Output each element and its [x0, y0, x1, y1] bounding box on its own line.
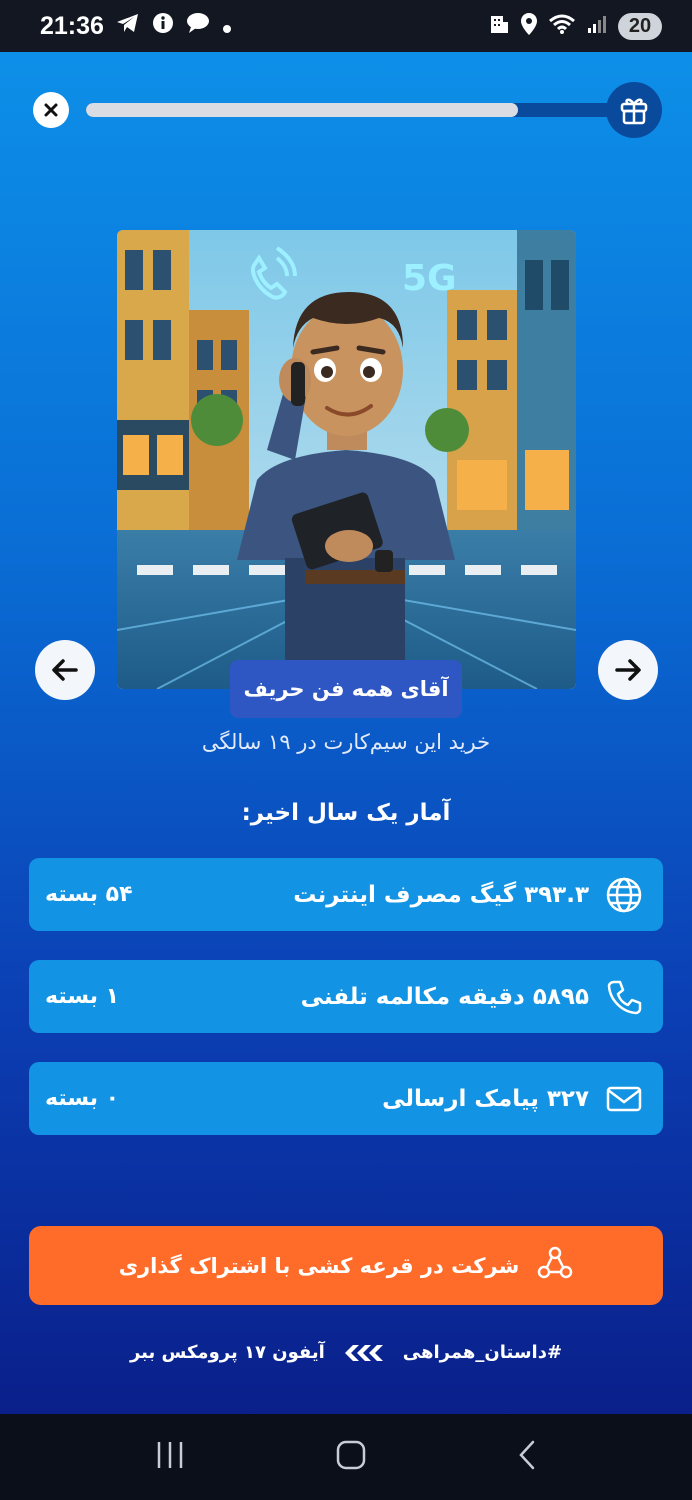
story-progress-bar: [86, 103, 626, 117]
home-icon: [336, 1440, 366, 1470]
recent-apps-button[interactable]: [154, 1440, 186, 1474]
stat-card-internet: ۳۹۳.۳ گیگ مصرف اینترنت ۵۴ بسته: [29, 858, 663, 931]
signal-icon: [586, 13, 608, 39]
location-icon: [520, 12, 538, 40]
stat-count: ۰ بسته: [45, 1086, 120, 1111]
telegram-icon: [116, 12, 140, 40]
globe-icon: [605, 876, 643, 914]
gift-button[interactable]: [606, 82, 662, 138]
system-nav-bar: [0, 1414, 692, 1500]
notification-dot-icon: [222, 12, 232, 40]
chevrons-icon: [341, 1343, 387, 1363]
status-time: 21:36: [40, 11, 104, 40]
recent-apps-icon: [158, 1442, 183, 1468]
building-icon: [488, 13, 510, 39]
close-icon: [44, 103, 58, 117]
stat-main: ۳۲۷ پیامک ارسالی: [382, 1080, 643, 1118]
back-icon: [518, 1440, 534, 1470]
stat-main: ۵۸۹۵ دقیقه مکالمه تلفنی: [301, 978, 643, 1016]
stat-text: ۳۲۷ پیامک ارسالی: [382, 1085, 589, 1112]
stat-count: ۱ بسته: [45, 984, 120, 1009]
back-button[interactable]: [516, 1439, 538, 1475]
story-screen: 5G: [0, 52, 692, 1414]
story-progress-fill: [86, 103, 518, 117]
arrow-left-icon: [52, 659, 78, 681]
battery-level: 20: [618, 12, 662, 40]
hero-title: آقای همه فن حریف: [230, 660, 462, 718]
stat-main: ۳۹۳.۳ گیگ مصرف اینترنت: [293, 876, 643, 914]
mail-icon: [605, 1080, 643, 1118]
share-icon: [537, 1245, 573, 1286]
network-label: 5G: [402, 258, 457, 299]
phone-icon: [605, 978, 643, 1016]
hero-subtitle: خرید این سیم‌کارت در ۱۹ سالگی: [201, 730, 491, 754]
gift-icon: [620, 98, 648, 125]
next-button[interactable]: [598, 640, 658, 700]
share-lottery-button[interactable]: شرکت در قرعه کشی با اشتراک گذاری: [29, 1226, 663, 1305]
stats-heading: آمار یک سال اخیر:: [241, 800, 451, 826]
footer-tagline: #داستان_همراهی آیفون ۱۷ پرومکس ببر: [0, 1342, 692, 1363]
footer-hashtag: #داستان_همراهی: [402, 1342, 563, 1363]
hero-image: 5G: [117, 230, 576, 689]
stat-text: ۵۸۹۵ دقیقه مکالمه تلفنی: [300, 983, 589, 1010]
status-left: 21:36: [40, 12, 232, 41]
wifi-icon: [548, 13, 576, 39]
stat-card-sms: ۳۲۷ پیامک ارسالی ۰ بسته: [29, 1062, 663, 1135]
chat-icon: [186, 12, 210, 40]
home-button[interactable]: [335, 1439, 367, 1475]
stat-card-calls: ۵۸۹۵ دقیقه مکالمه تلفنی ۱ بسته: [29, 960, 663, 1033]
status-right: 20: [488, 12, 662, 40]
footer-promo: آیفون ۱۷ پرومکس ببر: [129, 1342, 325, 1363]
arrow-right-icon: [615, 659, 641, 681]
status-bar: 21:36 20: [0, 0, 692, 52]
stat-count: ۵۴ بسته: [45, 882, 133, 907]
stat-text: ۳۹۳.۳ گیگ مصرف اینترنت: [293, 881, 589, 908]
info-icon: [152, 12, 174, 40]
share-lottery-label: شرکت در قرعه کشی با اشتراک گذاری: [118, 1253, 520, 1278]
close-button[interactable]: [33, 92, 69, 128]
previous-button[interactable]: [35, 640, 95, 700]
